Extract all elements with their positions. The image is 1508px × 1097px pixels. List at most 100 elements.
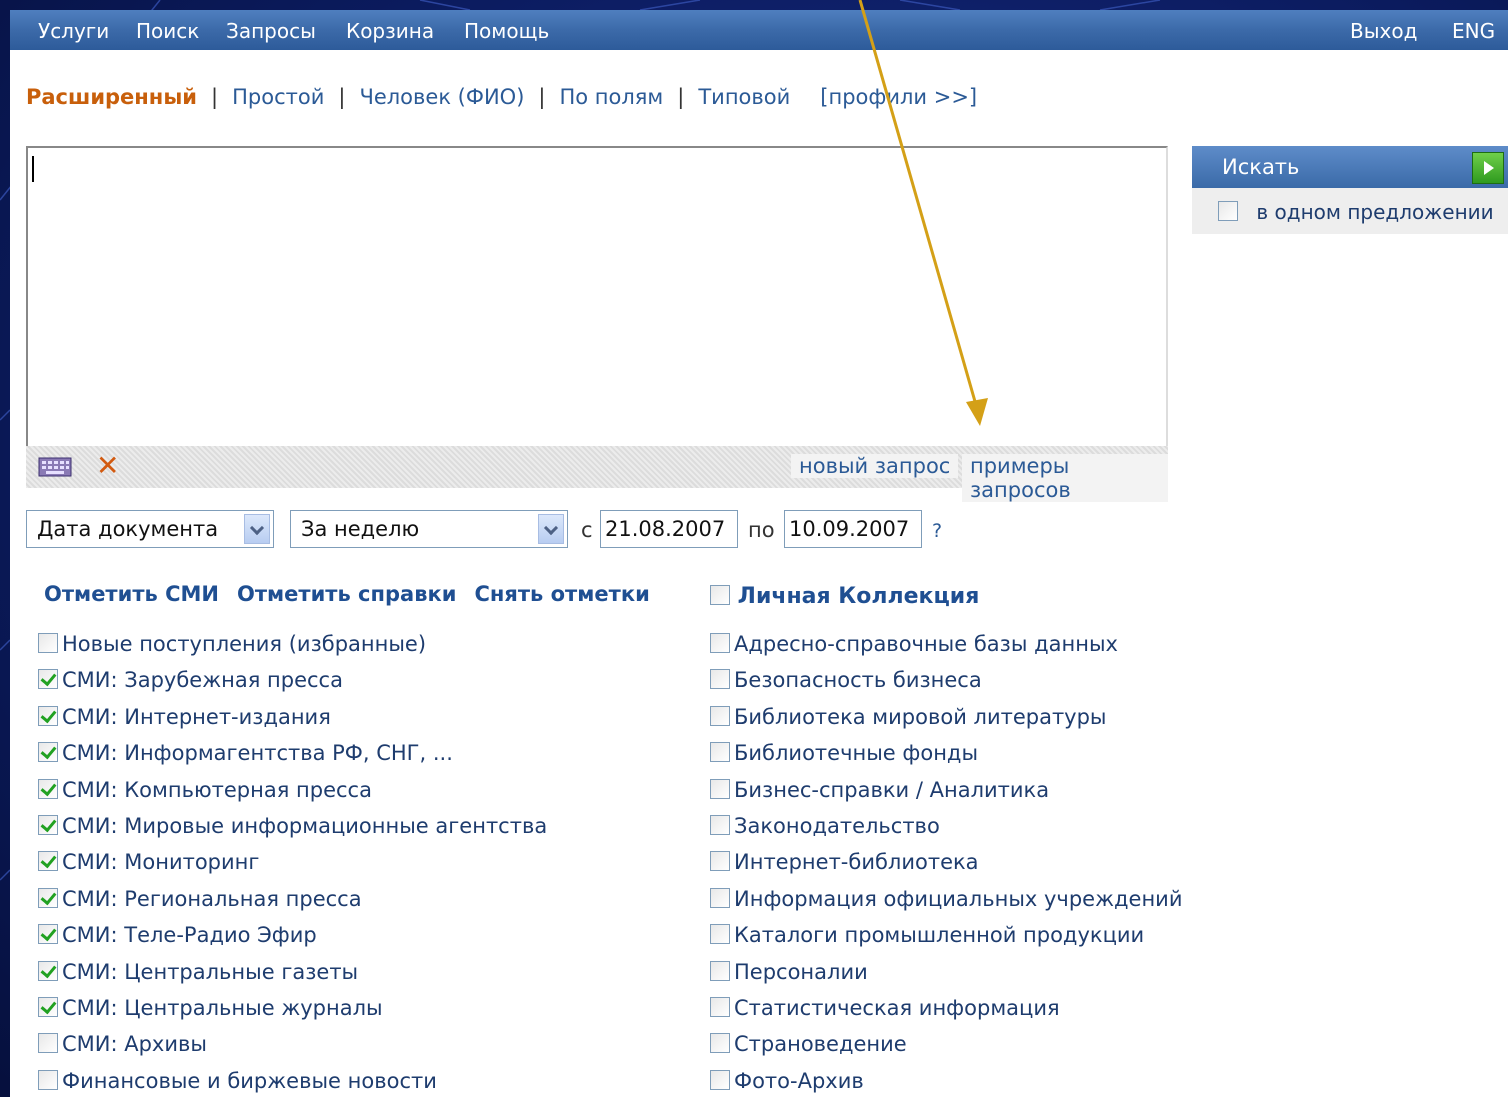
collection-item: СМИ: Зарубежная пресса <box>38 668 343 698</box>
collection-item: Новые поступления (избранные) <box>38 632 426 662</box>
collection-label: СМИ: Мировые информационные агентства <box>62 814 548 838</box>
collection-label: СМИ: Региональная пресса <box>62 886 362 911</box>
collection-checkbox[interactable] <box>38 669 58 690</box>
collection-checkbox[interactable] <box>38 705 58 726</box>
menu-search[interactable]: Поиск <box>136 19 199 43</box>
collection-label: Каталоги промышленной продукции <box>734 923 1145 948</box>
collection-label: Фото-Архив <box>734 1068 864 1093</box>
collection-item: Персоналии <box>710 960 868 990</box>
menu-cart[interactable]: Корзина <box>346 19 434 43</box>
collection-checkbox[interactable] <box>38 1033 58 1054</box>
collection-checkbox[interactable] <box>710 851 730 872</box>
mark-media-link[interactable]: Отметить СМИ <box>44 582 219 606</box>
collection-label: Законодательство <box>734 814 940 838</box>
collection-item: СМИ: Компьютерная пресса <box>38 778 372 808</box>
collection-checkbox[interactable] <box>710 669 730 690</box>
language-switch[interactable]: ENG <box>1452 19 1495 43</box>
collection-item: СМИ: Мониторинг <box>38 850 259 880</box>
collection-checkbox[interactable] <box>710 887 730 908</box>
query-toolbar: ✕ новый запрос примеры запросов <box>26 446 1168 502</box>
personal-collection-checkbox[interactable] <box>710 585 730 605</box>
one-sentence-checkbox[interactable] <box>1218 201 1238 221</box>
collection-label: Библиотека мировой литературы <box>734 704 1107 729</box>
date-type-select[interactable]: Дата документа <box>26 510 274 548</box>
collection-label: Финансовые и биржевые новости <box>62 1068 437 1093</box>
collection-checkbox[interactable] <box>38 815 58 835</box>
collection-item: Законодательство <box>710 814 940 844</box>
logout-link[interactable]: Выход <box>1350 19 1417 43</box>
to-date-input[interactable] <box>784 510 922 548</box>
query-textarea[interactable] <box>26 146 1168 446</box>
chevron-down-icon <box>244 514 270 544</box>
clear-icon[interactable]: ✕ <box>96 450 119 482</box>
play-arrow-icon <box>1472 152 1504 184</box>
collection-label: СМИ: Центральные журналы <box>62 996 383 1020</box>
tab-simple[interactable]: Простой <box>232 85 324 109</box>
personal-collection-label: Личная Коллекция <box>737 584 980 609</box>
collection-checkbox[interactable] <box>38 851 58 872</box>
tab-by-fields[interactable]: По полям <box>559 85 663 109</box>
menu-services[interactable]: Услуги <box>38 19 109 43</box>
tab-separator: | <box>338 85 346 109</box>
tab-separator: | <box>677 85 685 109</box>
collection-checkbox[interactable] <box>710 705 730 726</box>
collection-checkbox[interactable] <box>710 960 730 981</box>
mark-refs-link[interactable]: Отметить справки <box>237 582 457 606</box>
tab-extended[interactable]: Расширенный <box>26 85 197 109</box>
collection-checkbox[interactable] <box>710 815 730 835</box>
collection-label: СМИ: Компьютерная пресса <box>62 777 372 802</box>
collection-item: Бизнес-справки / Аналитика <box>710 778 1049 808</box>
collection-label: Библиотечные фонды <box>734 741 979 766</box>
collection-label: СМИ: Центральные газеты <box>62 959 359 984</box>
collection-label: Интернет-библиотека <box>734 850 979 875</box>
collection-checkbox[interactable] <box>38 1069 58 1090</box>
date-help-link[interactable]: ? <box>932 520 942 542</box>
from-date-input[interactable] <box>600 510 738 548</box>
menu-help[interactable]: Помощь <box>464 19 549 43</box>
collection-label: СМИ: Зарубежная пресса <box>62 668 343 693</box>
unmark-link[interactable]: Снять отметки <box>474 582 649 606</box>
tab-typical[interactable]: Типовой <box>698 85 790 109</box>
period-select[interactable]: За неделю <box>290 510 568 548</box>
collection-checkbox[interactable] <box>710 1069 730 1090</box>
collection-checkbox[interactable] <box>38 778 58 799</box>
mark-links: Отметить СМИ Отметить справки Снять отметк… <box>44 582 668 606</box>
collection-checkbox[interactable] <box>38 924 58 945</box>
collection-item: СМИ: Региональная пресса <box>38 887 362 917</box>
query-examples-link[interactable]: примеры запросов <box>962 454 1168 502</box>
collection-item: Каталоги промышленной продукции <box>710 923 1144 953</box>
collection-item: СМИ: Архивы <box>38 1032 207 1062</box>
collection-checkbox[interactable] <box>710 924 730 945</box>
collection-checkbox[interactable] <box>38 887 58 908</box>
collection-item: Информация официальных учреждений <box>710 887 1182 917</box>
collection-checkbox[interactable] <box>710 742 730 763</box>
collection-checkbox[interactable] <box>38 997 58 1017</box>
keyboard-icon[interactable] <box>38 456 72 482</box>
top-menu-bar: Услуги Поиск Запросы Корзина Помощь Выхо… <box>10 10 1508 50</box>
collection-label: Страноведение <box>734 1032 907 1057</box>
collection-item: Финансовые и биржевые новости <box>38 1069 437 1097</box>
menu-queries[interactable]: Запросы <box>226 19 316 43</box>
new-query-link[interactable]: новый запрос <box>791 454 959 478</box>
collection-checkbox[interactable] <box>38 633 58 653</box>
collection-label: Персоналии <box>734 959 868 984</box>
search-page: Услуги Поиск Запросы Корзина Помощь Выхо… <box>10 10 1508 1097</box>
collection-checkbox[interactable] <box>38 960 58 981</box>
tab-person[interactable]: Человек (ФИО) <box>359 85 524 109</box>
profiles-link[interactable]: [профили >>] <box>820 85 977 109</box>
collection-label: СМИ: Интернет-издания <box>62 704 331 729</box>
collection-item: СМИ: Интернет-издания <box>38 705 331 735</box>
search-mode-tabs: Расширенный | Простой | Человек (ФИО) | По пол… <box>26 85 977 109</box>
collection-checkbox[interactable] <box>710 1033 730 1054</box>
collection-label: СМИ: Архивы <box>62 1032 207 1057</box>
collection-checkbox[interactable] <box>710 778 730 799</box>
collection-label: СМИ: Мониторинг <box>62 850 260 875</box>
collection-label: Информация официальных учреждений <box>734 886 1183 911</box>
collection-item: Интернет-библиотека <box>710 850 979 880</box>
collection-checkbox[interactable] <box>710 633 730 653</box>
collection-label: Новые поступления (избранные) <box>62 632 427 656</box>
text-caret <box>32 156 34 182</box>
collection-checkbox[interactable] <box>38 742 58 763</box>
search-button[interactable]: Искать <box>1192 146 1508 188</box>
collection-checkbox[interactable] <box>710 997 730 1017</box>
